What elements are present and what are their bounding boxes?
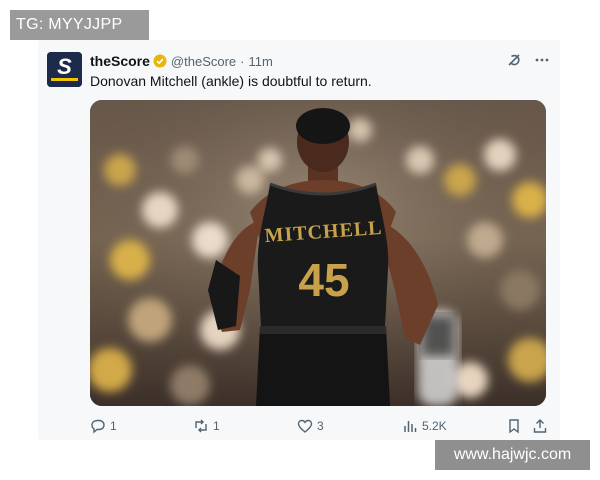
watermark-bottom-text: www.hajwjc.com — [453, 446, 572, 463]
like-icon — [297, 419, 313, 433]
timestamp[interactable]: 11m — [249, 54, 273, 69]
tweet-actions: 1 1 3 5.2K — [90, 416, 552, 436]
more-icon[interactable] — [534, 52, 550, 71]
grok-icon[interactable] — [506, 52, 522, 71]
bookmark-button[interactable] — [506, 418, 522, 434]
avatar[interactable]: S — [47, 52, 82, 87]
reply-button[interactable]: 1 — [90, 418, 117, 434]
retweet-button[interactable]: 1 — [193, 418, 220, 434]
verified-badge-icon — [153, 54, 167, 68]
share-button[interactable] — [532, 418, 548, 434]
tweet-card[interactable]: S theScore @theScore · 11m Donovan Mitch… — [38, 40, 560, 440]
thescore-logo-icon: S — [47, 52, 82, 87]
watermark-bottom: www.hajwjc.com — [435, 440, 590, 470]
display-name[interactable]: theScore — [90, 53, 150, 69]
retweet-icon — [195, 419, 207, 433]
jersey-number: 45 — [298, 254, 349, 306]
views-count: 5.2K — [422, 419, 447, 433]
retweet-count: 1 — [213, 419, 220, 433]
like-button[interactable]: 3 — [297, 418, 324, 434]
watermark-top-text: TG: MYYJJPP — [16, 16, 123, 33]
views-button[interactable]: 5.2K — [402, 418, 447, 434]
bookmark-icon — [509, 419, 519, 434]
avatar-letter: S — [57, 54, 72, 79]
handle[interactable]: @theScore — [171, 54, 236, 69]
views-icon — [404, 421, 417, 432]
watermark-top: TG: MYYJJPP — [10, 10, 149, 40]
like-count: 3 — [317, 419, 324, 433]
reply-icon — [91, 419, 105, 434]
separator-dot: · — [240, 53, 245, 69]
tweet-header: theScore @theScore · 11m — [90, 52, 550, 70]
share-icon — [533, 419, 547, 433]
tweet-text: Donovan Mitchell (ankle) is doubtful to … — [90, 73, 372, 89]
tweet-photo[interactable]: MITCHELL 45 — [90, 100, 546, 406]
reply-count: 1 — [110, 419, 117, 433]
